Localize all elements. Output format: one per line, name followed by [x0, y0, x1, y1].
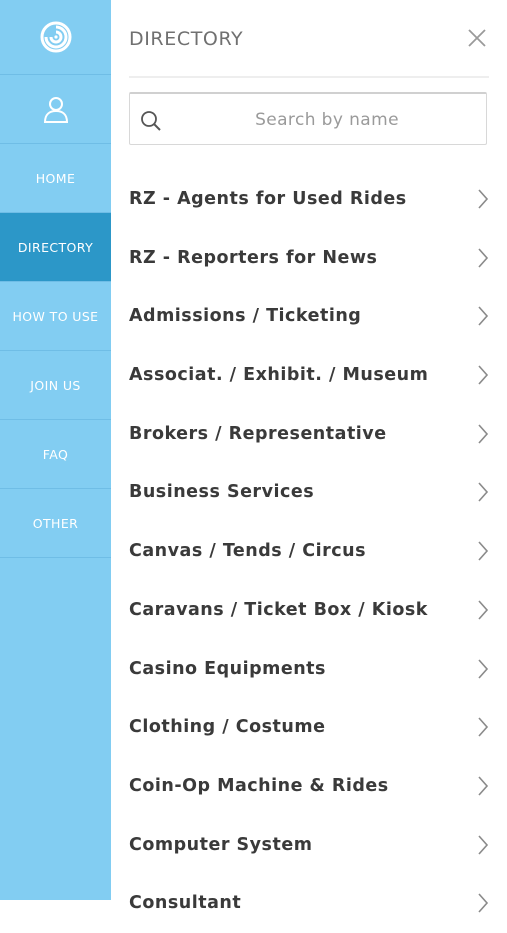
- directory-item-label: Canvas / Tends / Circus: [129, 541, 367, 562]
- chevron-right-icon: [478, 600, 489, 620]
- directory-item-label: RZ - Agents for Used Rides: [129, 189, 407, 209]
- directory-item[interactable]: Canvas / Tends / Circus: [129, 522, 489, 581]
- directory-item[interactable]: Coin-Op Machine & Rides: [129, 757, 489, 816]
- directory-item-label: Associat. / Exhibit. / Museum: [129, 365, 429, 386]
- directory-item[interactable]: Caravans / Ticket Box / Kiosk: [129, 581, 489, 640]
- chevron-right-icon: [478, 541, 489, 561]
- directory-item[interactable]: Computer System: [129, 816, 489, 875]
- sidebar: HOME DIRECTORY HOW TO USE JOIN US FAQ OT…: [0, 0, 111, 900]
- chevron-right-icon: [478, 776, 489, 796]
- directory-item-label: Casino Equipments: [129, 658, 326, 679]
- chevron-right-icon: [478, 717, 489, 737]
- directory-item[interactable]: Consultant: [129, 874, 489, 933]
- search-input[interactable]: [170, 94, 484, 145]
- panel-header: DIRECTORY: [129, 0, 489, 78]
- directory-list: RZ - Agents for Used Rides RZ - Reporters…: [129, 170, 489, 933]
- nav-other[interactable]: OTHER: [0, 489, 111, 558]
- directory-item-label: RZ - Reporters for News: [129, 247, 378, 268]
- chevron-right-icon: [478, 189, 489, 209]
- nav-directory[interactable]: DIRECTORY: [0, 213, 111, 282]
- directory-item[interactable]: Business Services: [129, 463, 489, 522]
- close-icon[interactable]: [465, 26, 489, 50]
- logo[interactable]: [0, 0, 111, 75]
- directory-item[interactable]: Clothing / Costume: [129, 698, 489, 757]
- directory-item-label: Caravans / Ticket Box / Kiosk: [129, 599, 428, 620]
- directory-item[interactable]: Casino Equipments: [129, 640, 489, 699]
- directory-item-label: Computer System: [129, 834, 313, 855]
- search-icon: [141, 111, 161, 131]
- directory-item[interactable]: Associat. / Exhibit. / Museum: [129, 346, 489, 405]
- directory-item[interactable]: RZ - Reporters for News: [129, 229, 489, 288]
- user-icon: [43, 97, 68, 123]
- directory-item-label: Consultant: [129, 893, 242, 914]
- search-box: [129, 92, 487, 145]
- directory-item[interactable]: Admissions / Ticketing: [129, 287, 489, 346]
- chevron-right-icon: [478, 248, 489, 268]
- directory-item-label: Coin-Op Machine & Rides: [129, 775, 389, 796]
- directory-item[interactable]: RZ - Agents for Used Rides: [129, 170, 489, 229]
- profile-button[interactable]: [0, 75, 111, 144]
- chevron-right-icon: [478, 424, 489, 444]
- nav-how-to-use[interactable]: HOW TO USE: [0, 282, 111, 351]
- directory-item-label: Brokers / Representative: [129, 423, 387, 444]
- chevron-right-icon: [478, 893, 489, 913]
- nav-faq[interactable]: FAQ: [0, 420, 111, 489]
- directory-item-label: Admissions / Ticketing: [129, 306, 362, 327]
- chevron-right-icon: [478, 482, 489, 502]
- directory-item-label: Clothing / Costume: [129, 717, 326, 738]
- directory-item-label: Business Services: [129, 482, 315, 503]
- chevron-right-icon: [478, 658, 489, 679]
- nav-join-us[interactable]: JOIN US: [0, 351, 111, 420]
- directory-item[interactable]: Brokers / Representative: [129, 405, 489, 464]
- chevron-right-icon: [478, 835, 489, 855]
- directory-panel: DIRECTORY RZ - Agents for Used Rides RZ -…: [111, 0, 507, 913]
- chevron-right-icon: [478, 365, 489, 385]
- swirl-logo-icon: [40, 21, 71, 53]
- chevron-right-icon: [478, 306, 489, 326]
- nav-home[interactable]: HOME: [0, 144, 111, 213]
- page-title: DIRECTORY: [129, 28, 244, 50]
